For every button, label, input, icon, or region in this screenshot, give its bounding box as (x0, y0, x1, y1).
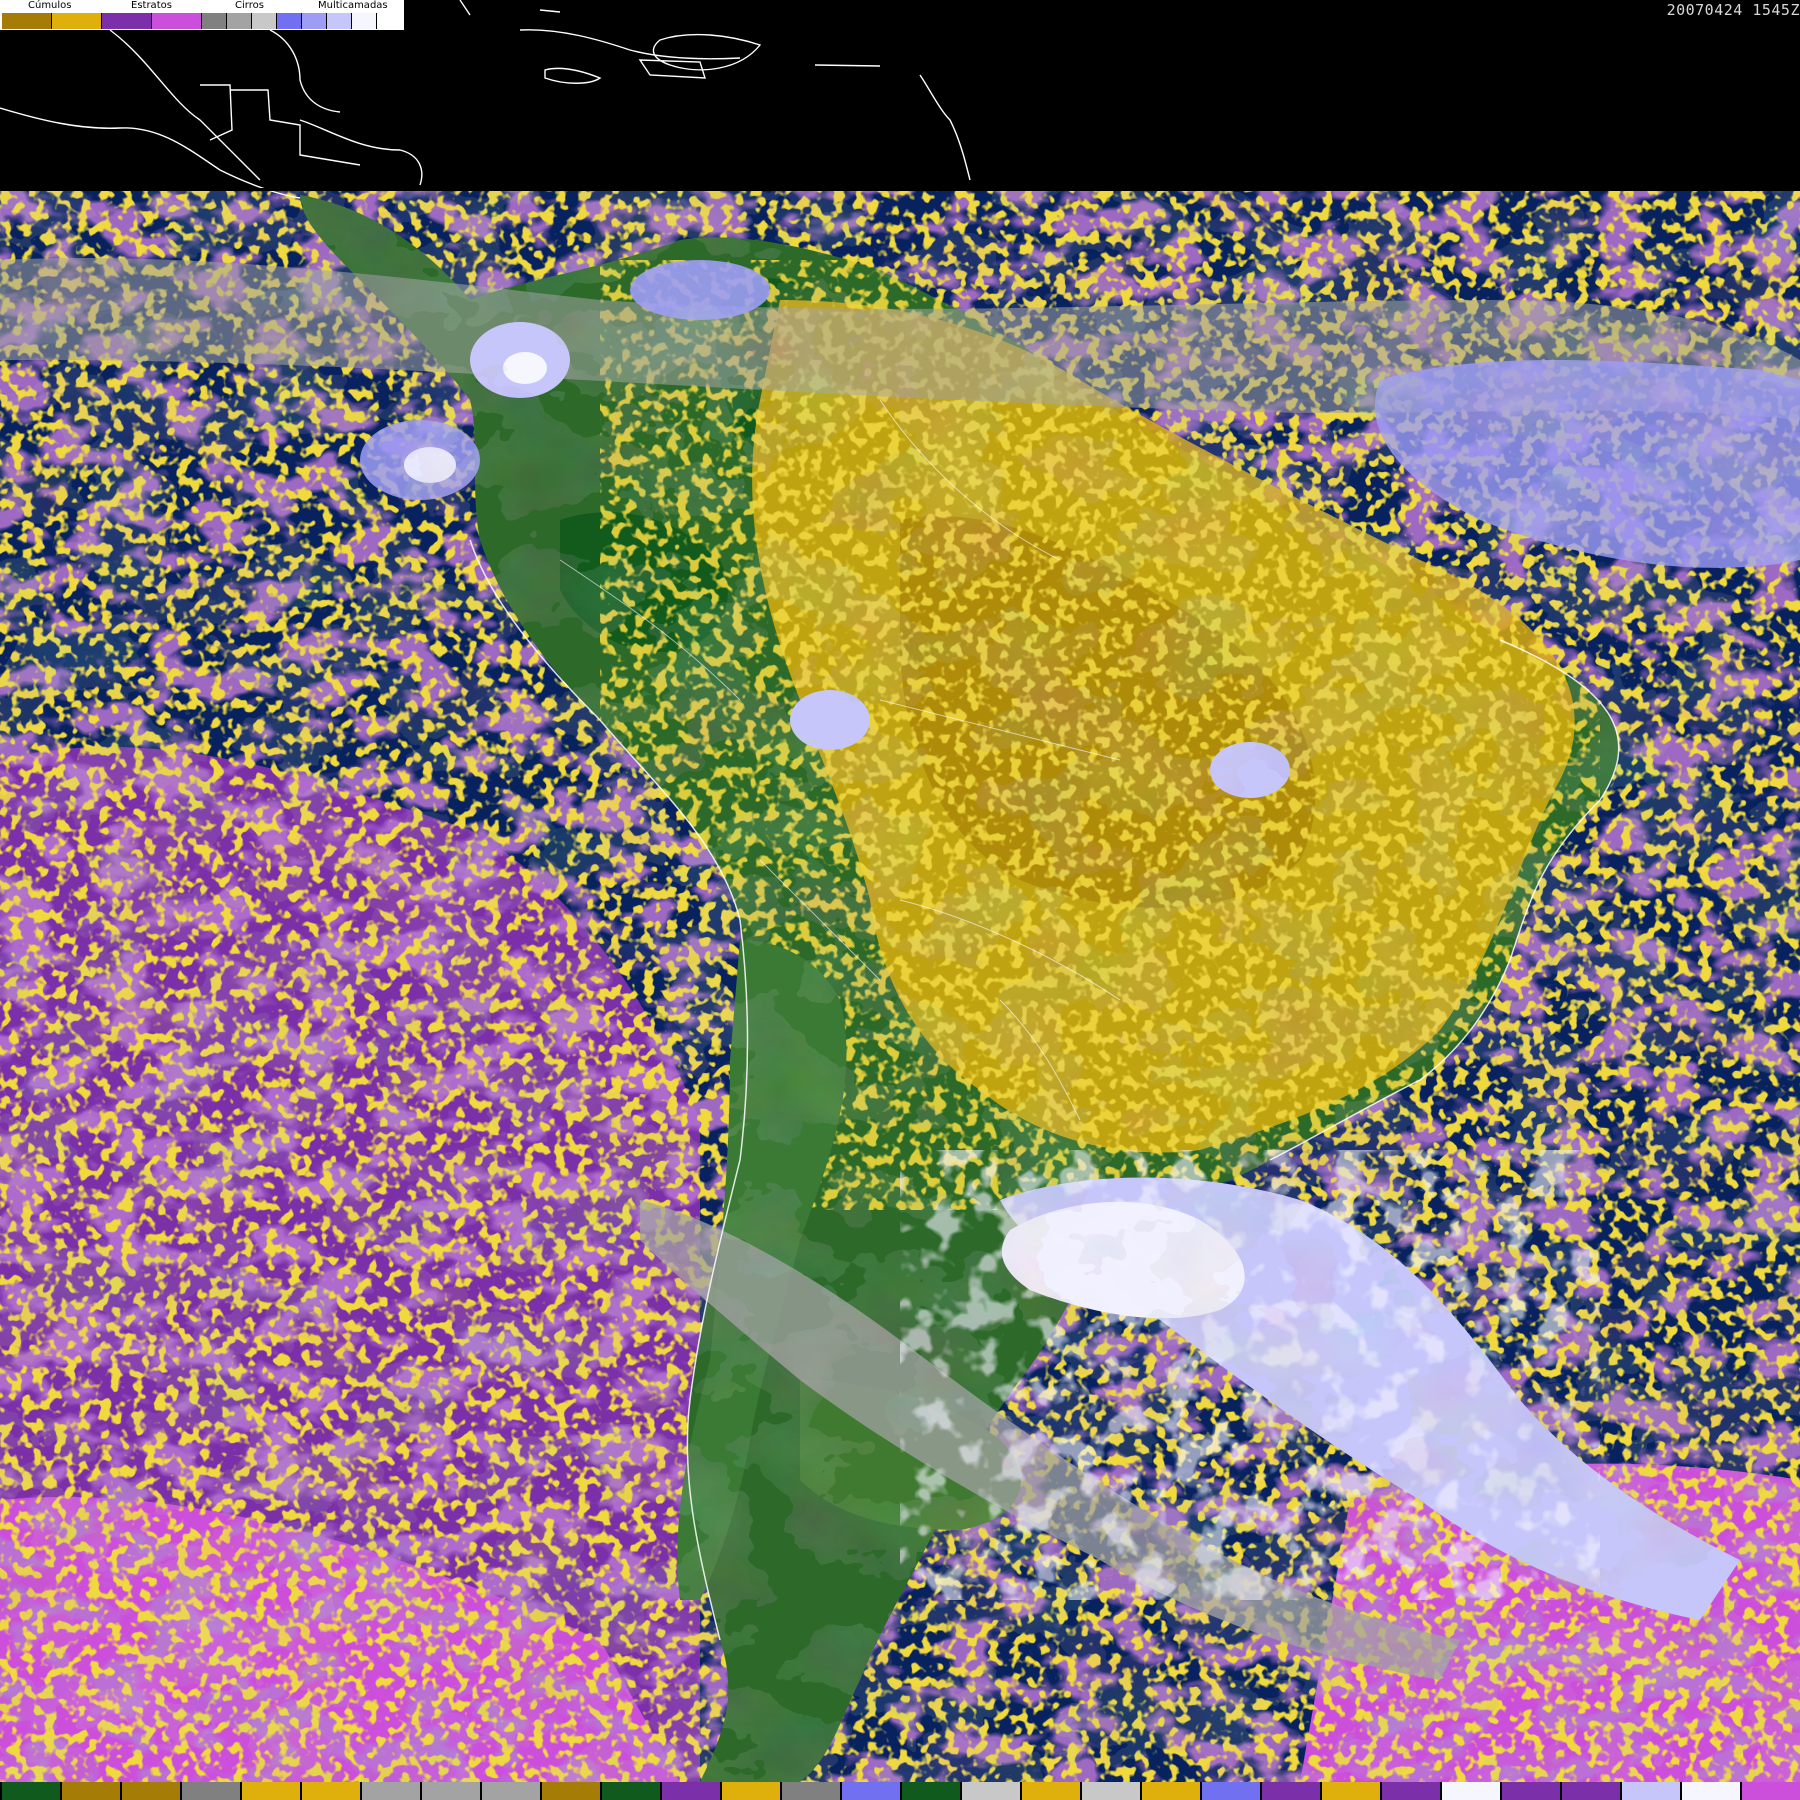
strip-cell (1560, 1782, 1620, 1800)
strip-cell (360, 1782, 420, 1800)
strip-cell (1680, 1782, 1740, 1800)
legend-swatch (227, 13, 252, 29)
strip-cell (420, 1782, 480, 1800)
strip-cell (1320, 1782, 1380, 1800)
legend-swatch (302, 13, 327, 29)
strip-cell (120, 1782, 180, 1800)
legend-title-cirrus: Cirros (235, 0, 264, 11)
satellite-cloud-map (0, 0, 1800, 1800)
strip-cell (540, 1782, 600, 1800)
strip-cell (720, 1782, 780, 1800)
legend-title-cumulus: Cúmulos (28, 0, 72, 11)
legend-swatch (252, 13, 277, 29)
legend-title-stratus: Estratos (131, 0, 172, 11)
image-timestamp: 20070424 1545Z (1666, 1, 1800, 19)
legend-swatch (277, 13, 302, 29)
strip-cell (1620, 1782, 1680, 1800)
strip-cell (780, 1782, 840, 1800)
legend-swatch (52, 13, 102, 29)
strip-cell (1440, 1782, 1500, 1800)
strip-cell (1380, 1782, 1440, 1800)
strip-cell (0, 1782, 60, 1800)
strip-cell (840, 1782, 900, 1800)
strip-cell (960, 1782, 1020, 1800)
bottom-color-strip (0, 1782, 1800, 1800)
strip-cell (60, 1782, 120, 1800)
strip-cell (1500, 1782, 1560, 1800)
legend-title-multilayer: Multicamadas (318, 0, 388, 11)
strip-cell (660, 1782, 720, 1800)
legend-swatch (152, 13, 202, 29)
strip-cell (240, 1782, 300, 1800)
cloud-type-legend: Cúmulos Estratos Cirros Multicamadas (0, 0, 404, 30)
legend-swatch (202, 13, 227, 29)
strip-cell (1200, 1782, 1260, 1800)
strip-cell (1080, 1782, 1140, 1800)
legend-swatch (2, 13, 52, 29)
strip-cell (180, 1782, 240, 1800)
strip-cell (1140, 1782, 1200, 1800)
legend-swatch (102, 13, 152, 29)
strip-cell (600, 1782, 660, 1800)
strip-cell (1740, 1782, 1800, 1800)
strip-cell (300, 1782, 360, 1800)
strip-cell (1260, 1782, 1320, 1800)
legend-swatch (327, 13, 352, 29)
strip-cell (1020, 1782, 1080, 1800)
strip-cell (480, 1782, 540, 1800)
strip-cell (900, 1782, 960, 1800)
legend-swatch (352, 13, 377, 29)
